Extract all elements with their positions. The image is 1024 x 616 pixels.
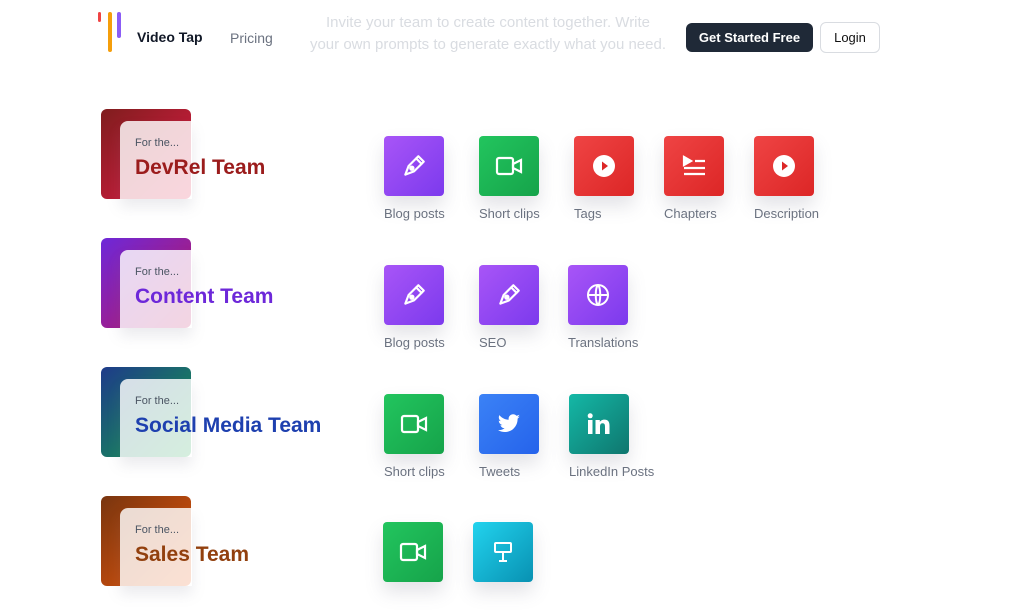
tool-short-clips[interactable]: Short clips xyxy=(384,394,484,479)
globe-icon[interactable] xyxy=(568,265,628,325)
pen-nib-icon[interactable] xyxy=(384,265,444,325)
tool-label: Tweets xyxy=(479,464,521,479)
playlist-icon[interactable] xyxy=(664,136,724,196)
twitter-bird-icon[interactable] xyxy=(479,394,539,454)
tool-seo[interactable]: SEO xyxy=(479,265,579,350)
tool-tweets[interactable]: Tweets xyxy=(479,394,579,479)
tool-chapters[interactable]: Chapters xyxy=(664,136,764,221)
video-tap-logo[interactable] xyxy=(98,12,124,54)
team-row-devrel: For the... DevRel Team Blog posts Short … xyxy=(0,109,1024,229)
team-prefix: For the... xyxy=(135,266,180,278)
tool-label: Chapters xyxy=(664,206,717,221)
team-card-social-media: For the... Social Media Team xyxy=(101,367,351,457)
team-row-content: For the... Content Team Blog posts SEO T… xyxy=(0,238,1024,358)
team-card-devrel: For the... DevRel Team xyxy=(101,109,351,199)
team-prefix: For the... xyxy=(135,524,180,536)
top-header: Video Tap Pricing Invite your team to cr… xyxy=(0,0,1024,80)
brand-name[interactable]: Video Tap xyxy=(137,29,203,45)
tool-short-clips[interactable] xyxy=(383,522,483,582)
tool-linkedin-posts[interactable]: LinkedIn Posts xyxy=(569,394,669,479)
tool-label: Short clips xyxy=(384,464,445,479)
team-name: Sales Team xyxy=(135,543,250,566)
tool-tags[interactable]: Tags xyxy=(574,136,674,221)
team-name: Social Media Team xyxy=(135,414,322,437)
linkedin-icon[interactable] xyxy=(569,394,629,454)
tool-label: Blog posts xyxy=(384,335,445,350)
video-camera-icon[interactable] xyxy=(384,394,444,454)
team-row-sales: For the... Sales Team xyxy=(0,496,1024,616)
pen-nib-icon[interactable] xyxy=(479,265,539,325)
tool-label: Translations xyxy=(568,335,639,350)
tool-description[interactable]: Description xyxy=(754,136,854,221)
login-button[interactable]: Login xyxy=(820,22,880,53)
tool-blog-posts[interactable]: Blog posts xyxy=(384,136,484,221)
presentation-icon[interactable] xyxy=(473,522,533,582)
get-started-free-button[interactable]: Get Started Free xyxy=(686,23,813,52)
team-prefix: For the... xyxy=(135,395,180,407)
team-prefix: For the... xyxy=(135,137,180,149)
tool-short-clips[interactable]: Short clips xyxy=(479,136,579,221)
hero-subtitle-faded: Invite your team to create content toget… xyxy=(278,12,698,56)
pen-nib-icon[interactable] xyxy=(384,136,444,196)
tool-translations[interactable]: Translations xyxy=(568,265,668,350)
tool-label: Blog posts xyxy=(384,206,445,221)
tool-presentation[interactable] xyxy=(473,522,573,582)
team-name: DevRel Team xyxy=(135,156,266,179)
video-camera-icon[interactable] xyxy=(479,136,539,196)
video-camera-icon[interactable] xyxy=(383,522,443,582)
hero-subtitle-line2: your own prompts to generate exactly wha… xyxy=(309,36,667,53)
team-card-content: For the... Content Team xyxy=(101,238,351,328)
nav-link-pricing[interactable]: Pricing xyxy=(230,30,273,46)
tool-label: Short clips xyxy=(479,206,540,221)
team-card-sales: For the... Sales Team xyxy=(101,496,351,586)
tool-blog-posts[interactable]: Blog posts xyxy=(384,265,484,350)
tool-label: LinkedIn Posts xyxy=(569,464,655,479)
team-name: Content Team xyxy=(135,285,274,308)
tool-label: Description xyxy=(754,206,820,221)
tool-label: SEO xyxy=(479,335,507,350)
team-row-social-media: For the... Social Media Team Short clips… xyxy=(0,367,1024,487)
tool-label: Tags xyxy=(574,206,602,221)
play-circle-icon[interactable] xyxy=(574,136,634,196)
play-circle-icon[interactable] xyxy=(754,136,814,196)
hero-subtitle-line1: Invite your team to create content toget… xyxy=(325,14,651,31)
